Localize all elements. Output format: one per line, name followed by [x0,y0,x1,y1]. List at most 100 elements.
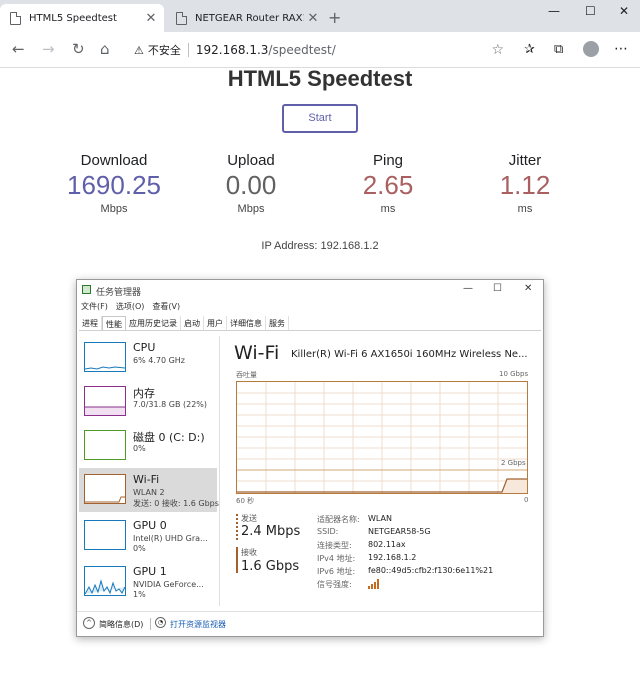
maximize-icon[interactable]: ☐ [493,283,502,294]
chevron-up-icon[interactable]: ^ [83,617,95,629]
page-title: HTML5 Speedtest [227,66,413,91]
adapter-name: Killer(R) Wi-Fi 6 AX1650i 160MHz Wireles… [291,349,528,360]
resource-wifi[interactable]: Wi-Fi WLAN 2 发送: 0 接收: 1.6 Gbps [79,468,219,512]
menu-file[interactable]: 文件(F) [81,301,108,312]
resource-cpu[interactable]: CPU 6% 4.70 GHz [79,336,217,380]
throughput-graph [236,381,528,494]
insecure-label[interactable]: 不安全 [148,42,181,58]
info-value: NETGEAR58-5G [368,527,431,536]
tab-users[interactable]: 用户 [204,316,227,330]
divider[interactable] [219,336,220,606]
minimize-icon[interactable]: — [548,4,560,18]
close-icon[interactable]: ✕ [524,283,532,294]
tab-app-history[interactable]: 应用历史记录 [126,316,181,330]
resource-detail: NVIDIA GeForce... [133,580,204,589]
resource-name: CPU [133,341,156,354]
close-window-icon[interactable]: ✕ [619,4,629,18]
zero-label: 0 [524,496,529,504]
resource-detail: 7.0/31.8 GB (22%) [133,400,208,409]
info-value: 802.11ax [368,540,406,549]
resource-list: CPU 6% 4.70 GHz 内存 7.0/31.8 GB (22%) 磁盘 … [79,336,219,608]
resource-monitor-icon: ◔ [155,617,166,628]
metric-value: 1.12 [499,170,551,200]
collections-icon[interactable]: ⧉ [554,42,563,57]
resource-detail: 0% [133,444,146,453]
tab-netgear[interactable]: NETGEAR Router RAX120 ✕ [166,4,326,32]
ip-address: IP Address: 192.168.1.2 [261,240,379,252]
menu-bar: 文件(F) 选项(O) 查看(V) [81,301,180,312]
open-resource-monitor-link[interactable]: 打开资源监视器 [170,619,226,630]
send-label: 发送 [241,514,257,523]
recv-label: 接收 [241,548,257,557]
maximize-icon[interactable]: ☐ [585,4,596,18]
resource-disk[interactable]: 磁盘 0 (C: D:) 0% [79,424,217,468]
start-button[interactable]: Start [282,104,358,133]
tab-details[interactable]: 详细信息 [227,316,266,330]
disk-thumbnail [84,430,126,460]
url-path: /speedtest/ [268,43,336,57]
metric-label: Jitter [508,152,542,169]
info-value: 192.168.1.2 [368,553,417,562]
url-host: 192.168.1.3 [195,43,269,57]
minimize-icon[interactable]: — [463,283,473,294]
tab-speedtest[interactable]: HTML5 Speedtest ✕ [0,4,164,32]
avatar[interactable] [583,41,599,57]
cpu-thumbnail [84,342,126,372]
resource-gpu0[interactable]: GPU 0 Intel(R) UHD Gra... 0% [79,514,217,558]
divider [150,618,151,630]
close-tab-icon[interactable]: ✕ [142,11,160,26]
throughput-label: 吞吐量 [236,371,257,379]
send-value: 2.4 Mbps [241,524,301,539]
send-indicator [236,514,238,540]
metric-label: Upload [227,152,275,169]
info-key: 连接类型: [317,541,352,550]
recv-indicator [236,547,238,573]
resource-memory[interactable]: 内存 7.0/31.8 GB (22%) [79,380,217,424]
task-manager-window: 任务管理器 — ☐ ✕ 文件(F) 选项(O) 查看(V) 进程 性能 应用历史… [76,279,544,637]
forward-icon[interactable]: → [42,41,55,57]
metric-label: Ping [372,152,404,169]
tab-services[interactable]: 服务 [266,316,289,330]
page-icon [176,11,187,25]
signal-strength-icon [368,579,380,589]
task-manager-titlebar[interactable]: 任务管理器 — ☐ ✕ [77,280,543,300]
reload-icon[interactable]: ↻ [72,41,85,57]
memory-thumbnail [84,386,126,416]
browser-toolbar: ← → ↻ ⌂ ⚠ 不安全 192.168.1.3/speedtest/ ☆ ✰… [0,32,640,68]
metric-download: Download 1690.25 Mbps [44,152,184,215]
home-icon[interactable]: ⌂ [100,41,110,57]
task-manager-footer: ^ 简略信息(D) ◔ 打开资源监视器 [77,611,543,635]
time-axis-label: 60 秒 [236,497,255,505]
menu-view[interactable]: 查看(V) [152,301,180,312]
signal-bar [371,584,373,589]
info-key: IPv6 地址: [317,567,356,576]
metric-unit: ms [517,203,533,215]
close-tab-icon[interactable]: ✕ [304,11,322,26]
new-tab-button[interactable]: + [328,8,341,27]
detail-title: Wi-Fi [234,342,280,364]
resource-name: GPU 1 [133,565,167,578]
tab-title: NETGEAR Router RAX120 [195,12,304,24]
more-menu-icon[interactable]: ⋯ [614,41,628,57]
address-bar[interactable]: ⚠ 不安全 192.168.1.3/speedtest/ ☆ [128,36,510,64]
resource-detail-2: 1% [133,590,146,599]
signal-bar [374,582,376,589]
resource-gpu1[interactable]: GPU 1 NVIDIA GeForce... 1% [79,560,217,604]
back-icon[interactable]: ← [12,41,25,57]
tab-performance[interactable]: 性能 [102,316,126,330]
metric-upload: Upload 0.00 Mbps [181,152,321,215]
mid-scale-label: 2 Gbps [501,459,526,467]
info-key: 信号强度: [317,580,352,589]
metric-ping: Ping 2.65 ms [318,152,458,215]
menu-options[interactable]: 选项(O) [116,301,145,312]
tab-startup[interactable]: 启动 [181,316,204,330]
star-icon[interactable]: ☆ [491,42,504,58]
fewer-details-button[interactable]: 简略信息(D) [99,619,143,630]
metric-jitter: Jitter 1.12 ms [455,152,595,215]
resource-detail-2: 发送: 0 接收: 1.6 Gbps [133,499,219,508]
warning-icon[interactable]: ⚠ [134,44,144,57]
page-icon [10,11,21,25]
favorites-icon[interactable]: ✰ [524,42,535,57]
info-value: fe80::49d5:cfb2:f130:6e11%21 [368,566,494,575]
tab-processes[interactable]: 进程 [79,316,102,330]
